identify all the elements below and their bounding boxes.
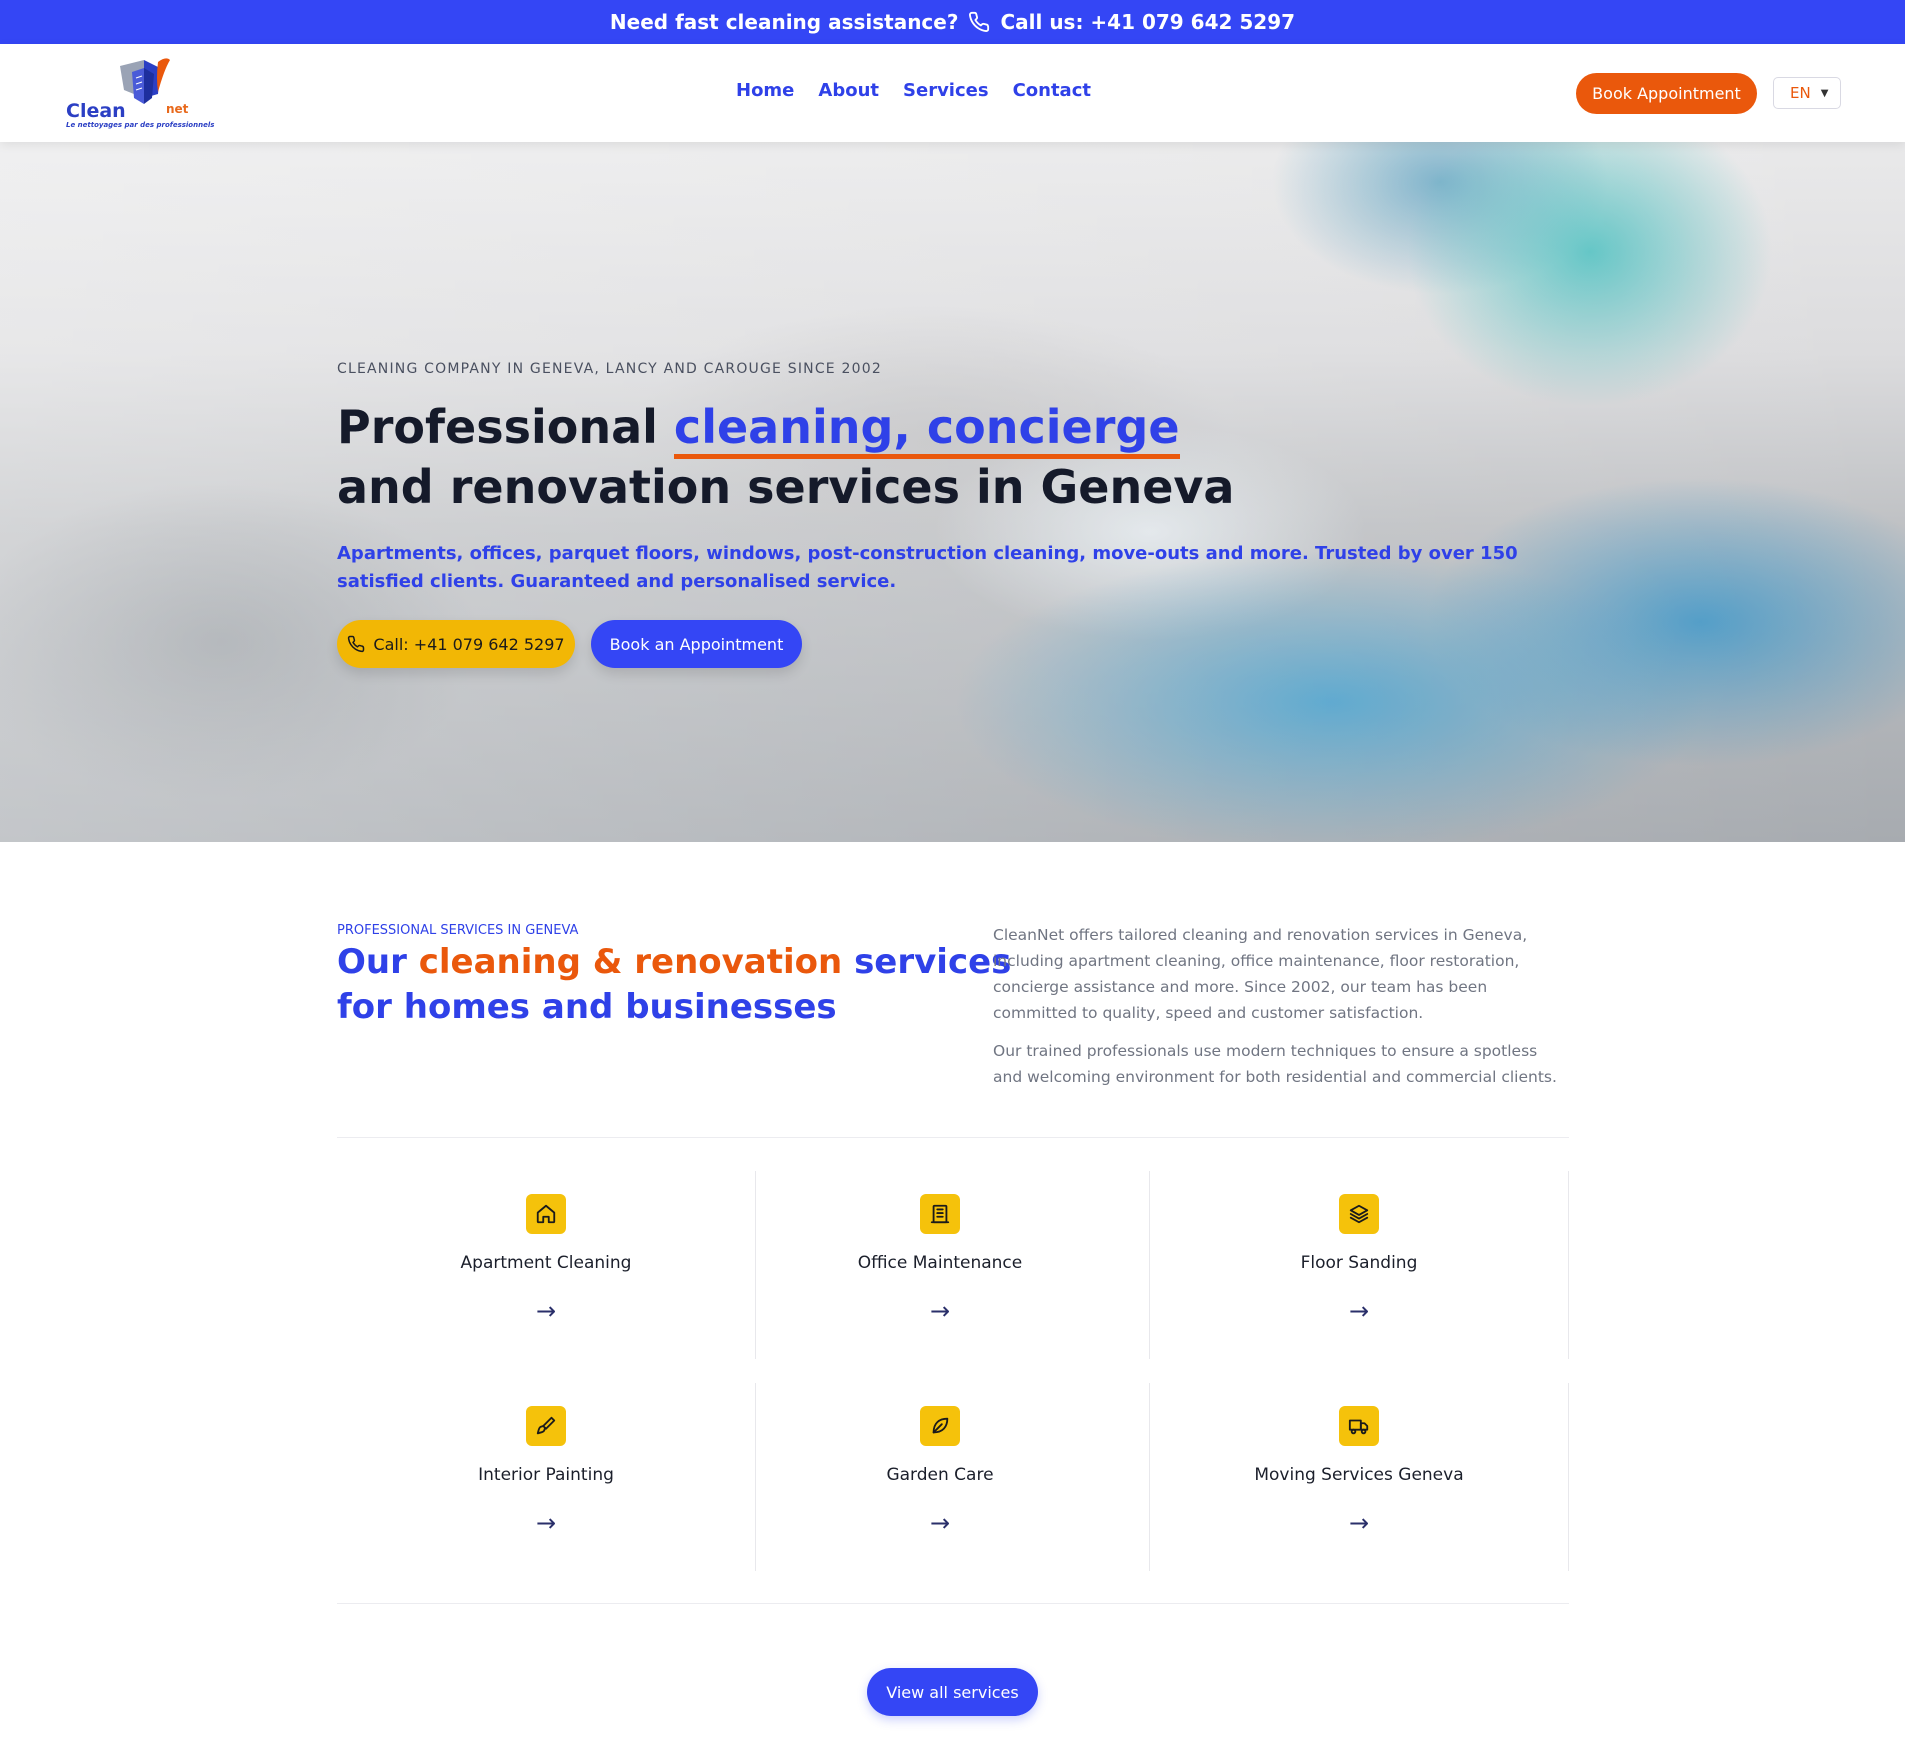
phone-icon xyxy=(969,11,990,32)
cleannet-logo[interactable]: Clean net Le nettoyages par des professi… xyxy=(62,58,215,130)
hero-subtitle: Apartments, offices, parquet floors, win… xyxy=(337,543,1518,592)
language-value: EN xyxy=(1790,84,1811,102)
truck-icon xyxy=(1339,1406,1379,1446)
service-label: Interior Painting xyxy=(478,1465,614,1485)
book-an-appointment-button[interactable]: Book an Appointment xyxy=(591,620,802,668)
language-select[interactable]: EN ▼ xyxy=(1773,77,1841,109)
layers-icon xyxy=(1339,1194,1379,1234)
service-label: Moving Services Geneva xyxy=(1254,1465,1464,1485)
building-icon xyxy=(920,1194,960,1234)
services-description: CleanNet offers tailored cleaning and re… xyxy=(993,922,1563,1090)
home-icon xyxy=(526,1194,566,1234)
service-card-garden-care[interactable]: Garden Care → xyxy=(731,1383,1150,1571)
hero-title-pre: Professional xyxy=(337,400,674,454)
announcement-question: Need fast cleaning assistance? xyxy=(609,10,959,34)
announcement-bar: Need fast cleaning assistance? Call us: … xyxy=(0,0,1905,44)
arrow-right-icon[interactable]: → xyxy=(1150,1509,1568,1537)
services-title-part-a: Our xyxy=(337,942,419,982)
services-title-part-c: services xyxy=(842,942,1012,982)
services-description-p1: CleanNet offers tailored cleaning and re… xyxy=(993,926,1528,1022)
nav-about[interactable]: About xyxy=(818,80,879,101)
hero-title-highlight: cleaning, concierge xyxy=(673,400,1180,459)
arrow-right-icon[interactable]: → xyxy=(1150,1297,1568,1325)
hero-title: Professional cleaning, concierge and ren… xyxy=(337,397,1234,517)
chevron-down-icon: ▼ xyxy=(1820,87,1829,99)
arrow-right-icon[interactable]: → xyxy=(731,1297,1149,1325)
service-card-apartment-cleaning[interactable]: Apartment Cleaning → xyxy=(337,1171,756,1359)
leaf-icon xyxy=(920,1406,960,1446)
services-description-p2: Our trained professionals use modern tec… xyxy=(993,1042,1557,1086)
book-appointment-button[interactable]: Book Appointment xyxy=(1576,73,1757,114)
hero-title-line2: and renovation services in Geneva xyxy=(337,460,1235,514)
view-all-services-button[interactable]: View all services xyxy=(867,1668,1038,1716)
nav-contact[interactable]: Contact xyxy=(1013,80,1091,101)
logo-wordmark: Clean xyxy=(66,100,126,122)
arrow-right-icon[interactable]: → xyxy=(337,1509,755,1537)
service-label: Apartment Cleaning xyxy=(460,1253,632,1273)
phone-icon xyxy=(348,635,365,653)
service-label: Floor Sanding xyxy=(1300,1253,1418,1273)
arrow-right-icon[interactable]: → xyxy=(731,1509,1149,1537)
services-eyebrow: PROFESSIONAL SERVICES IN GENEVA xyxy=(337,923,579,938)
nav-home[interactable]: Home xyxy=(736,80,794,101)
service-card-interior-painting[interactable]: Interior Painting → xyxy=(337,1383,756,1571)
site-header: Clean net Le nettoyages par des professi… xyxy=(0,44,1905,142)
nav-services[interactable]: Services xyxy=(903,80,989,101)
divider xyxy=(337,1603,1569,1604)
arrow-right-icon[interactable]: → xyxy=(337,1297,755,1325)
hero-section: CLEANING COMPANY IN GENEVA, LANCY AND CA… xyxy=(0,142,1905,842)
hero-eyebrow: CLEANING COMPANY IN GENEVA, LANCY AND CA… xyxy=(337,361,882,377)
call-button[interactable]: Call: +41 079 642 5297 xyxy=(337,620,575,668)
service-card-floor-sanding[interactable]: Floor Sanding → xyxy=(1150,1171,1569,1359)
announcement-call-link[interactable]: Call us: +41 079 642 5297 xyxy=(1000,10,1295,34)
main-nav: Home About Services Contact xyxy=(736,80,1091,101)
service-label: Office Maintenance xyxy=(857,1253,1023,1273)
service-label: Garden Care xyxy=(886,1465,994,1485)
logo-net: net xyxy=(166,102,189,116)
paintbrush-icon xyxy=(526,1406,566,1446)
logo-tagline: Le nettoyages par des professionnels xyxy=(66,121,215,129)
services-title-highlight: cleaning & renovation xyxy=(418,942,843,982)
service-card-moving-services[interactable]: Moving Services Geneva → xyxy=(1150,1383,1569,1571)
divider xyxy=(337,1137,1569,1138)
call-button-label: Call: +41 079 642 5297 xyxy=(373,634,565,654)
services-title: Our cleaning & renovation services for h… xyxy=(337,940,1011,1030)
service-card-office-maintenance[interactable]: Office Maintenance → xyxy=(731,1171,1150,1359)
services-title-line2: for homes and businesses xyxy=(337,987,837,1027)
